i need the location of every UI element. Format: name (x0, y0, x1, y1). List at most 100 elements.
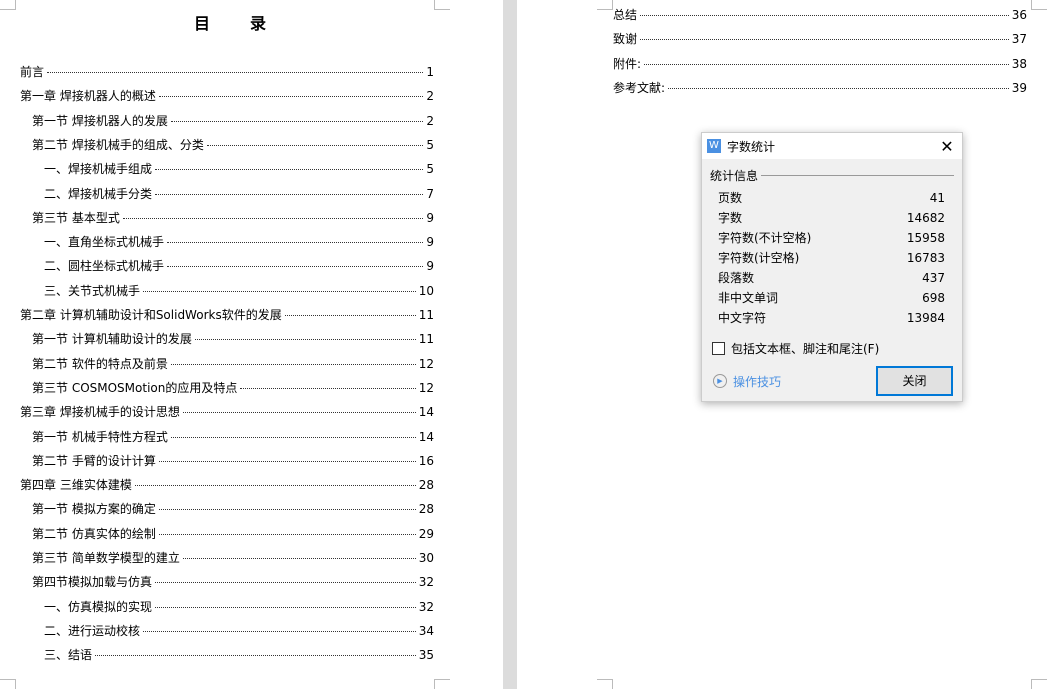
stat-label: 段落数 (718, 271, 755, 285)
dot-leader (155, 169, 424, 171)
toc-page-number: 34 (418, 623, 434, 638)
toc-entry[interactable]: 三、关节式机械手 10 (44, 283, 434, 299)
toc-page-number: 9 (426, 235, 434, 250)
toc-entry[interactable]: 第三章 焊接机械手的设计思想 14 (20, 404, 434, 420)
toc-entry-label: 附件: (613, 56, 642, 71)
dot-leader (170, 120, 424, 122)
toc-page-number: 9 (426, 210, 434, 225)
dot-leader (182, 558, 416, 559)
toc-entry-label: 二、焊接机械手分类 (44, 186, 153, 201)
toc-entry-label: 第三节 COSMOSMotion的应用及特点 (32, 380, 238, 395)
toc-entry-label: 第二章 计算机辅助设计和SolidWorks软件的发展 (20, 308, 282, 322)
toc-entry[interactable]: 第一节 模拟方案的确定 28 (32, 501, 434, 517)
toc-entry[interactable]: 一、直角坐标式机械手 9 (44, 234, 434, 250)
toc-entry[interactable]: 第二节 焊接机械手的组成、分类 5 (32, 137, 434, 153)
toc-entry[interactable]: 二、进行运动校核 34 (44, 623, 434, 639)
dot-leader (155, 193, 424, 195)
stat-row: 段落数 437 (702, 268, 962, 288)
page-gap (503, 0, 517, 689)
toc-entry-label: 第一节 模拟方案的确定 (32, 502, 156, 517)
toc-page-number: 14 (418, 429, 434, 444)
toc-page-number: 12 (418, 356, 434, 371)
dot-leader (170, 436, 416, 438)
page-corner-mark (597, 0, 613, 10)
toc-page-number: 7 (426, 186, 434, 201)
dot-leader (143, 630, 416, 632)
tips-label: 操作技巧 (733, 374, 782, 389)
toc-entry[interactable]: 第三节 简单数学模型的建立 30 (32, 550, 434, 566)
dot-leader (158, 533, 416, 535)
stat-row: 字符数(不计空格) 15958 (702, 228, 962, 248)
toc-entry[interactable]: 第一节 机械手特性方程式 14 (32, 429, 434, 445)
toc-entry[interactable]: 第一节 焊接机器人的发展 2 (32, 113, 434, 129)
close-button[interactable]: 关闭 (876, 366, 953, 396)
dot-leader (194, 339, 416, 341)
dialog-titlebar[interactable]: W 字数统计 ✕ (702, 133, 962, 159)
dot-leader (167, 266, 424, 268)
toc-entry-label: 二、圆柱坐标式机械手 (44, 259, 165, 274)
toc-entry-label: 一、焊接机械手组成 (44, 162, 153, 177)
toc-entry[interactable]: 第一节 计算机辅助设计的发展 11 (32, 331, 434, 347)
toc-entry-label: 总结 (613, 8, 638, 22)
toc-entry[interactable]: 第三节 COSMOSMotion的应用及特点 12 (32, 380, 434, 396)
toc-entry-label: 第三节 简单数学模型的建立 (32, 551, 180, 565)
dot-leader (155, 582, 416, 584)
toc-entry[interactable]: 参考文献: 39 (613, 80, 1027, 96)
toc-entry[interactable]: 第二章 计算机辅助设计和SolidWorks软件的发展 11 (20, 307, 434, 323)
toc-page-number: 12 (418, 380, 434, 395)
toc-entry[interactable]: 二、圆柱坐标式机械手 9 (44, 258, 434, 274)
toc-entry[interactable]: 第二节 仿真实体的绘制 29 (32, 526, 434, 542)
toc-page-number: 28 (418, 502, 434, 517)
toc-page-number: 1 (426, 65, 434, 79)
toc-entry[interactable]: 致谢 37 (613, 31, 1027, 47)
toc-entry[interactable]: 总结 36 (613, 7, 1027, 23)
tips-link[interactable]: ▶ 操作技巧 (713, 373, 781, 390)
toc-entry-label: 第二节 仿真实体的绘制 (32, 526, 156, 541)
toc-entry[interactable]: 第一章 焊接机器人的概述 2 (20, 88, 434, 104)
include-textbox-footnotes-checkbox[interactable]: 包括文本框、脚注和尾注(F) (712, 340, 962, 357)
divider (761, 175, 954, 176)
page-title: 目录 (193, 14, 306, 33)
stat-row: 中文字符 13984 (702, 308, 962, 328)
stat-row: 字数 14682 (702, 208, 962, 228)
toc-entry-label: 三、结语 (44, 648, 93, 663)
toc-entry[interactable]: 第二节 软件的特点及前景 12 (32, 356, 434, 372)
toc-entry[interactable]: 一、焊接机械手组成 5 (44, 161, 434, 177)
toc-entry[interactable]: 前言 1 (20, 64, 434, 80)
toc-entry[interactable]: 第二节 手臂的设计计算 16 (32, 453, 434, 469)
page-corner-mark (0, 679, 16, 689)
toc-page-number: 39 (1011, 80, 1027, 95)
toc-entry[interactable]: 第三节 基本型式 9 (32, 210, 434, 226)
word-count-dialog: W 字数统计 ✕ 统计信息 页数 41 字数 14682 字符数(不计空格) 15958 字… (701, 132, 963, 402)
toc-page-number: 11 (418, 332, 434, 347)
toc-entry[interactable]: 第四节模拟加载与仿真 32 (32, 574, 434, 590)
toc-entry-label: 第一节 计算机辅助设计的发展 (32, 332, 192, 347)
play-circle-icon: ▶ (713, 374, 727, 388)
toc-page-left: 目录 前言 1 第一章 焊接机器人的概述 2 第一节 焊接机器人的发展 2 第二节 焊接机械… (0, 0, 503, 689)
dot-leader (640, 15, 1009, 16)
toc-entry[interactable]: 二、焊接机械手分类 7 (44, 186, 434, 202)
toc-entry[interactable]: 附件: 38 (613, 56, 1027, 72)
checkbox-box[interactable] (712, 342, 725, 355)
toc-entry-label: 一、仿真模拟的实现 (44, 599, 153, 614)
close-icon[interactable]: ✕ (932, 137, 962, 156)
dot-leader (240, 387, 416, 389)
wps-writer-icon: W (707, 139, 721, 153)
toc-page-number: 14 (418, 405, 434, 420)
dot-leader (134, 485, 416, 487)
stat-value: 437 (922, 271, 945, 285)
toc-entry-label: 一、直角坐标式机械手 (44, 235, 165, 250)
dot-leader (644, 63, 1009, 65)
dot-leader (47, 72, 424, 73)
toc-page-number: 10 (418, 283, 434, 298)
stat-label: 字符数(不计空格) (718, 231, 812, 245)
toc-page-number: 5 (426, 162, 434, 177)
toc-entry[interactable]: 三、结语 35 (44, 647, 434, 663)
toc-entry[interactable]: 第四章 三维实体建模 28 (20, 477, 434, 493)
stat-label: 非中文单词 (718, 291, 779, 305)
toc-entry[interactable]: 一、仿真模拟的实现 32 (44, 599, 434, 615)
toc-page-number: 37 (1011, 32, 1027, 47)
dot-leader (206, 144, 424, 146)
toc-page-number: 9 (426, 259, 434, 274)
page-corner-mark (1031, 679, 1047, 689)
